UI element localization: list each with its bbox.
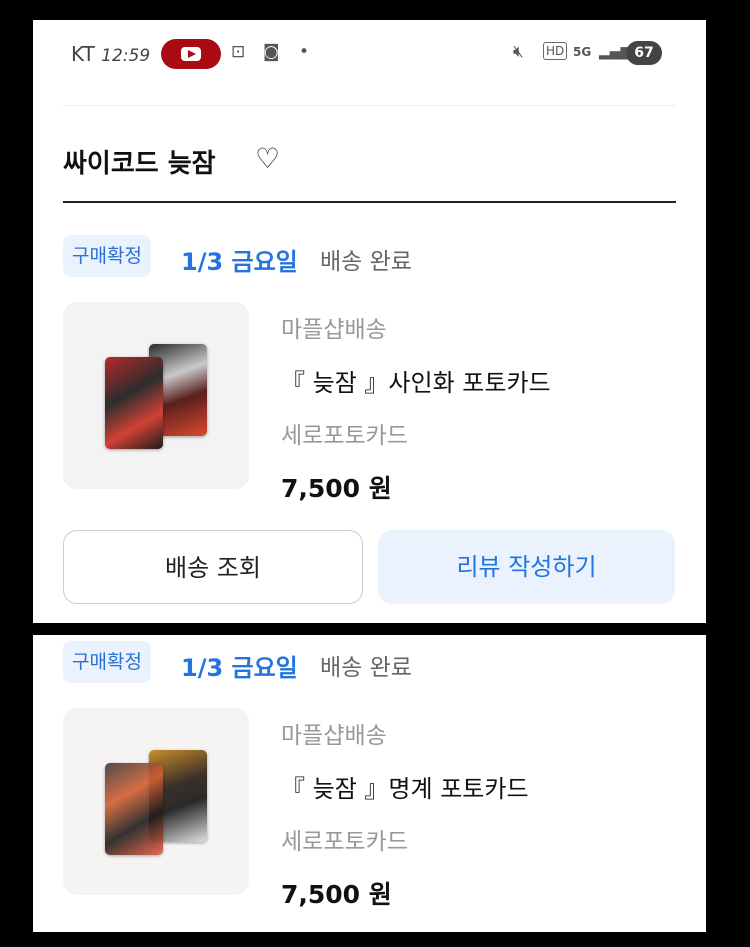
5g-icon: 5G [573, 45, 592, 59]
product-price: 7,500 원 [281, 474, 392, 503]
write-review-button[interactable]: 리뷰 작성하기 [378, 530, 675, 604]
status-badge: 구매확정 [63, 235, 151, 277]
product-thumbnail[interactable] [63, 302, 249, 489]
shop-divider [63, 201, 676, 203]
status-carrier-time: KT 12:59 [71, 42, 151, 66]
order-date: 1/3 금요일 [181, 654, 298, 682]
seller-name: 마플샵배송 [281, 723, 387, 749]
divider [63, 105, 676, 106]
notification-dot-icon: • [299, 42, 310, 62]
battery-icon: 67 [626, 41, 662, 65]
delivery-status: 배송 완료 [320, 655, 412, 681]
delivery-status: 배송 완료 [320, 249, 412, 275]
screen-record-icon: ⊡ [231, 42, 246, 62]
photocard-image [105, 763, 163, 855]
order-panel-bottom: 구매확정 1/3 금요일 배송 완료 마플샵배송 『 늦잠 』명계 포토카드 세… [33, 635, 706, 932]
heart-icon: ♡ [255, 142, 281, 175]
hd-icon: HD [543, 42, 568, 60]
product-option: 세로포토카드 [281, 829, 408, 855]
status-bar: KT 12:59 ⊡ ◙ • 🔇︎ HD 5G ▂▄▆ 67 [33, 20, 706, 86]
order-panel-top: KT 12:59 ⊡ ◙ • 🔇︎ HD 5G ▂▄▆ 67 싸이코드 늦잠 ♡… [33, 20, 706, 623]
shop-title[interactable]: 싸이코드 늦잠 [63, 143, 216, 180]
product-option: 세로포토카드 [281, 423, 408, 449]
photocard-image [105, 357, 163, 449]
seller-name: 마플샵배송 [281, 317, 387, 343]
product-name[interactable]: 『 늦잠 』사인화 포토카드 [281, 363, 551, 398]
product-name[interactable]: 『 늦잠 』명계 포토카드 [281, 769, 529, 804]
track-delivery-button[interactable]: 배송 조회 [63, 530, 363, 604]
product-price: 7,500 원 [281, 880, 392, 909]
status-badge: 구매확정 [63, 641, 151, 683]
order-date: 1/3 금요일 [181, 248, 298, 276]
camera-icon: ◙ [263, 42, 280, 62]
youtube-icon[interactable] [161, 39, 221, 69]
product-thumbnail[interactable] [63, 708, 249, 895]
mute-icon: 🔇︎ [513, 42, 524, 62]
